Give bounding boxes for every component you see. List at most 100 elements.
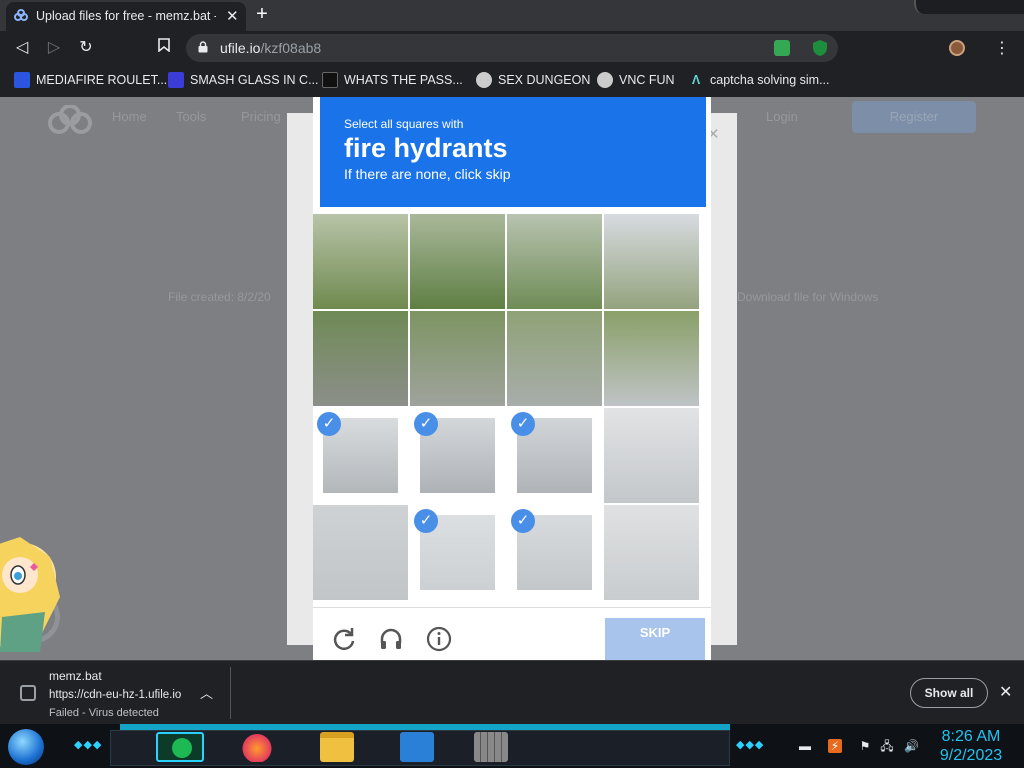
reload-icon[interactable] xyxy=(331,626,357,652)
window-decoration xyxy=(914,0,1024,14)
checkmark-icon: ✓ xyxy=(414,509,438,533)
captcha-tile-image xyxy=(507,214,602,309)
address-bar[interactable]: ufile.io/kzf08ab8 xyxy=(186,34,838,62)
register-button[interactable]: Register xyxy=(852,101,976,133)
menu-icon[interactable]: ⋮ xyxy=(994,38,1010,58)
firefox-icon[interactable] xyxy=(240,732,274,762)
captcha-target: fire hydrants xyxy=(344,133,508,163)
captcha-tile[interactable] xyxy=(604,505,699,600)
profile-avatar[interactable] xyxy=(949,40,965,56)
tab-close-icon[interactable]: ✕ xyxy=(226,7,239,25)
checkmark-icon: ✓ xyxy=(511,509,535,533)
clock-date: 9/2/2023 xyxy=(939,747,1003,764)
firewall-app-icon[interactable] xyxy=(474,732,508,762)
tray-app-icon[interactable]: ⚡ xyxy=(828,739,842,753)
file-explorer-icon[interactable] xyxy=(320,732,354,762)
action-center-flag-icon[interactable]: ⚑ xyxy=(858,739,872,753)
page-content: Home Tools Pricing Login Register File c… xyxy=(0,97,1024,660)
taskbar: ◆◆◆ ◆◆◆ ▬ ⚡ ⚑ 🖧 🔊 8:26 AM 9/2/2023 xyxy=(0,724,1024,768)
reload-icon[interactable]: ↻ xyxy=(76,38,96,58)
ufile-favicon-icon xyxy=(14,9,28,21)
desktop-icon[interactable]: ▬ xyxy=(798,739,812,753)
nav-home[interactable]: Home xyxy=(112,109,147,124)
lambda-icon: Λ xyxy=(691,73,701,87)
download-status: Failed - Virus detected xyxy=(49,707,159,719)
forward-icon[interactable]: ▷ xyxy=(44,38,64,58)
captcha-tile[interactable]: ✓ xyxy=(507,505,602,600)
tab-strip: Upload files for free - memz.bat - ufile… xyxy=(0,0,1024,31)
captcha-tile[interactable] xyxy=(410,214,505,309)
download-filename[interactable]: memz.bat xyxy=(49,669,102,683)
nav-tools[interactable]: Tools xyxy=(176,109,206,124)
lock-icon xyxy=(198,41,208,53)
bookmark-captcha-solving[interactable]: Λcaptcha solving sim... xyxy=(688,72,830,90)
captcha-tile[interactable]: ✓ xyxy=(507,408,602,503)
captcha-hint: If there are none, click skip xyxy=(344,166,511,182)
captcha-tile[interactable]: ✓ xyxy=(313,408,408,503)
chevron-icon xyxy=(168,72,184,88)
skip-button[interactable]: SKIP xyxy=(605,618,705,660)
login-link[interactable]: Login xyxy=(766,109,798,124)
captcha-challenge: Select all squares with fire hydrants If… xyxy=(313,97,711,660)
show-all-button[interactable]: Show all xyxy=(910,678,988,708)
captcha-tile[interactable] xyxy=(410,311,505,406)
ghost-icon xyxy=(597,72,613,88)
bookmark-whats-the-pass[interactable]: WHATS THE PASS... xyxy=(322,72,463,90)
back-icon[interactable]: ◁ xyxy=(12,38,32,58)
decoration: ◆◆◆ xyxy=(736,739,765,751)
captcha-tile-image xyxy=(313,311,408,406)
captcha-tile[interactable] xyxy=(313,214,408,309)
captcha-tile[interactable] xyxy=(604,408,699,503)
new-tab-button[interactable]: + xyxy=(252,4,272,25)
checkmark-icon: ✓ xyxy=(414,412,438,436)
captcha-tile[interactable] xyxy=(604,214,699,309)
captcha-tile[interactable] xyxy=(313,505,408,600)
captcha-tile[interactable] xyxy=(507,311,602,406)
ufile-logo-icon xyxy=(48,105,92,134)
captcha-tile[interactable] xyxy=(313,311,408,406)
tab-title: Upload files for free - memz.bat - ufile… xyxy=(36,9,216,23)
download-file-text: Download file for Windows xyxy=(737,290,879,304)
ghost-icon xyxy=(476,72,492,88)
info-icon[interactable] xyxy=(426,626,452,652)
bookmark-sex-dungeon[interactable]: SEX DUNGEON xyxy=(476,72,590,90)
checkmark-icon: ✓ xyxy=(317,412,341,436)
bookmark-vnc-fun[interactable]: VNC FUN xyxy=(597,72,675,90)
close-icon[interactable]: ✕ xyxy=(999,682,1012,702)
bookmark-smash-glass[interactable]: SMASH GLASS IN C... xyxy=(168,72,319,90)
extension-notes-icon[interactable] xyxy=(774,40,790,56)
captcha-tile-image xyxy=(410,214,505,309)
captcha-grid: ✓ ✓ ✓ ✓ ✓ xyxy=(313,214,699,600)
shield-extension-icon[interactable] xyxy=(812,39,828,57)
volume-icon[interactable]: 🔊 xyxy=(904,739,919,753)
browser-toolbar: ◁ ▷ ↻ ufile.io/kzf08ab8 ⋮ xyxy=(0,31,1024,65)
captcha-footer: SKIP xyxy=(313,607,711,660)
captcha-header: Select all squares with fire hydrants If… xyxy=(320,97,706,207)
captcha-tile[interactable] xyxy=(604,311,699,406)
captcha-tile-image xyxy=(604,408,699,503)
file-created-text: File created: 8/2/20 xyxy=(168,290,271,304)
downloads-app-icon[interactable] xyxy=(400,732,434,762)
desktop-character-sticker xyxy=(0,537,60,652)
nav-pricing[interactable]: Pricing xyxy=(241,109,281,124)
captcha-instruction: Select all squares with xyxy=(344,117,464,131)
headphones-icon[interactable] xyxy=(378,626,404,652)
chevron-up-icon[interactable]: ︿ xyxy=(200,683,213,702)
start-orb-icon[interactable] xyxy=(8,729,44,765)
captcha-tile[interactable]: ✓ xyxy=(410,505,505,600)
captcha-tile[interactable]: ✓ xyxy=(410,408,505,503)
captcha-tile-image xyxy=(604,505,699,600)
captcha-tile-image xyxy=(604,214,699,309)
decoration: ◆◆◆ xyxy=(74,739,103,751)
network-icon[interactable]: 🖧 xyxy=(880,739,894,753)
captcha-tile[interactable] xyxy=(507,214,602,309)
clock-time: 8:26 AM xyxy=(941,728,1001,745)
bookmarks-bar: MEDIAFIRE ROULET... SMASH GLASS IN C... … xyxy=(0,65,1024,97)
system-clock[interactable]: 8:26 AM 9/2/2023 xyxy=(938,727,1004,765)
bookmark-mediafire[interactable]: MEDIAFIRE ROULET... xyxy=(14,72,167,90)
captcha-tile-image xyxy=(313,505,408,600)
notes-app-icon[interactable] xyxy=(156,732,204,762)
download-bar: memz.bat https://cdn-eu-hz-1.ufile.io Fa… xyxy=(0,660,1024,724)
active-tab[interactable]: Upload files for free - memz.bat - ufile… xyxy=(6,2,246,31)
bookmark-icon[interactable] xyxy=(154,38,174,58)
